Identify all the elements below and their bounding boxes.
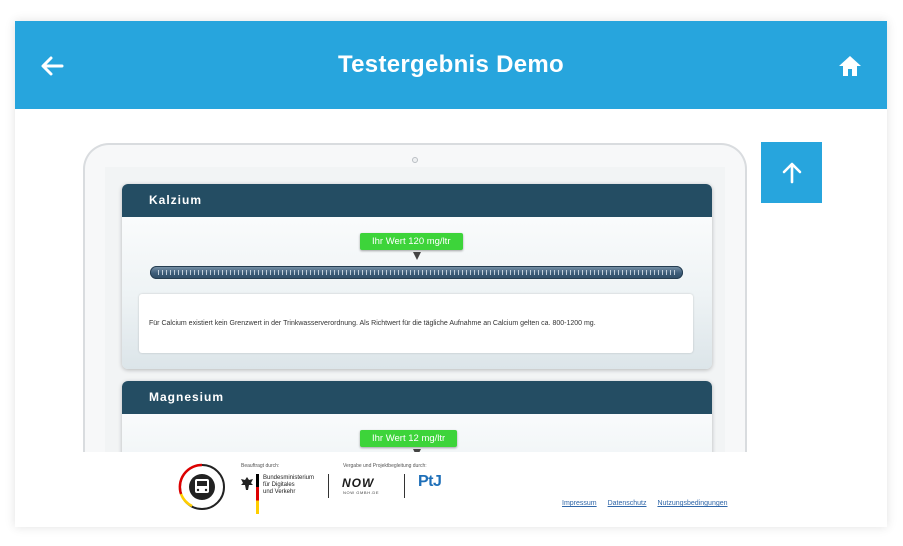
now-logo: NOW: [342, 476, 375, 490]
home-icon: [839, 56, 861, 76]
value-badge: Ihr Wert 120 mg/ltr: [360, 233, 463, 250]
ministry-line: Bundesministerium: [263, 475, 315, 481]
value-pointer: [413, 252, 421, 260]
app-window: Testergebnis Demo Kalzium Ihr Wert 120 m…: [15, 21, 887, 527]
page-title: Testergebnis Demo: [337, 51, 565, 78]
tablet-mockup: Kalzium Ihr Wert 120 mg/ltr Für Calcium …: [83, 143, 747, 507]
scroll-top-button[interactable]: [761, 142, 822, 203]
coordination-label: Vergabe und Projektbegleitung durch:: [343, 463, 427, 469]
bus-logo-icon: [178, 463, 225, 510]
divider: [404, 474, 405, 498]
home-button[interactable]: [837, 53, 863, 79]
funded-by-label: Beauftragt durch:: [241, 463, 280, 469]
datenschutz-link[interactable]: Datenschutz: [608, 500, 647, 507]
ministry-line: für Digitales: [263, 482, 295, 488]
card-title: Kalzium: [122, 184, 712, 217]
flag-bar: [256, 474, 259, 514]
eagle-icon: [241, 477, 253, 490]
value-scale: [150, 266, 683, 279]
ministry-logo: Bundesministerium für Digitales und Verk…: [240, 474, 320, 514]
footer: Beauftragt durch: Bundesministerium für …: [15, 452, 887, 527]
card-title: Magnesium: [122, 381, 712, 414]
footer-links: Impressum Datenschutz Nutzungsbedingunge…: [562, 500, 737, 507]
result-card-calcium: Kalzium Ihr Wert 120 mg/ltr Für Calcium …: [122, 184, 712, 369]
now-logo-subtitle: NOW GMBH.DE: [343, 490, 380, 495]
nutzungsbedingungen-link[interactable]: Nutzungsbedingungen: [657, 500, 727, 507]
ministry-line: und Verkehr: [263, 489, 296, 495]
tablet-camera: [412, 157, 418, 163]
ptj-logo: PtJ: [418, 473, 442, 490]
impressum-link[interactable]: Impressum: [562, 500, 597, 507]
divider: [328, 474, 329, 498]
value-badge: Ihr Wert 12 mg/ltr: [360, 430, 458, 447]
arrow-up-icon: [782, 162, 802, 184]
card-description: Für Calcium existiert kein Grenzwert in …: [139, 294, 693, 353]
app-header: Testergebnis Demo: [15, 21, 887, 109]
arrow-left-icon: [41, 56, 64, 76]
back-button[interactable]: [37, 51, 67, 81]
